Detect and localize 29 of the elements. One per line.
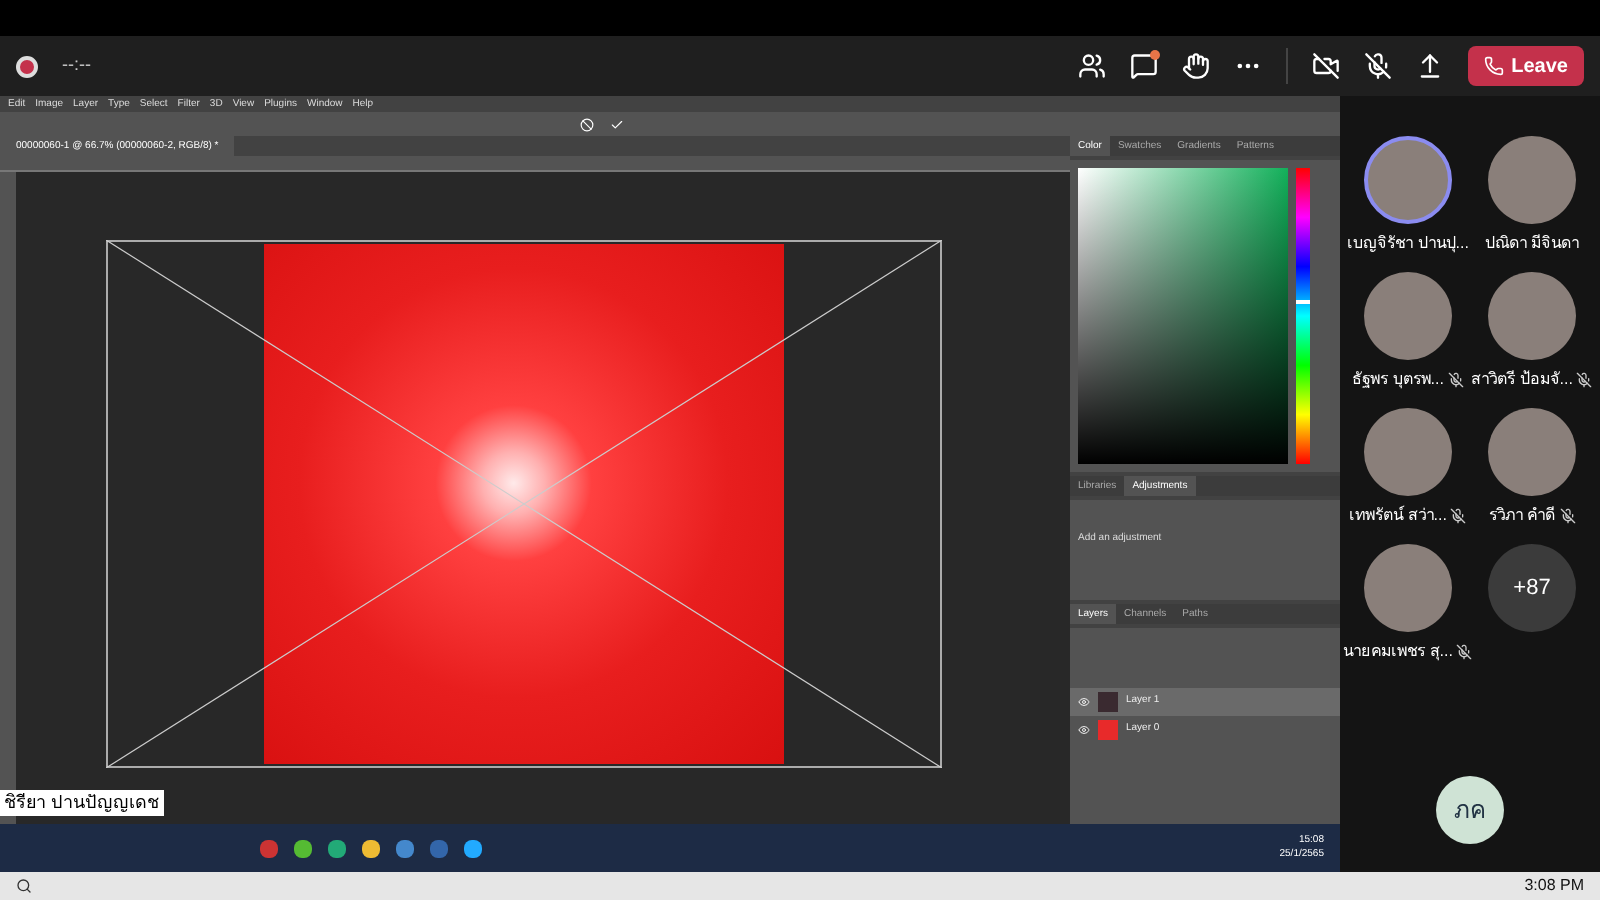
- participant-name: เบญจิรัชา ปานปุ...: [1347, 232, 1469, 256]
- visibility-eye-icon[interactable]: [1078, 696, 1090, 708]
- presenter-name: ชิรียา ปานปัญญเดช: [0, 789, 164, 816]
- participant-name: ปณิดา มีจินดา: [1484, 232, 1580, 256]
- visibility-eye-icon[interactable]: [1078, 724, 1090, 736]
- participant-name: ธัฐพร บุตรพ...: [1352, 368, 1444, 392]
- phone-icon: [1483, 56, 1504, 76]
- leave-button[interactable]: Leave: [1467, 46, 1584, 86]
- share-icon[interactable]: [1415, 52, 1444, 80]
- participant-name: นายคมเพชร สุ...: [1343, 640, 1453, 664]
- cancel-icon[interactable]: [580, 117, 594, 131]
- recording-icon: [16, 55, 38, 77]
- commit-icon[interactable]: [610, 117, 624, 131]
- taskbar-time: 3:08 PM: [1524, 874, 1584, 898]
- participants-icon[interactable]: [1077, 52, 1106, 80]
- chat-button[interactable]: [1129, 52, 1158, 80]
- hue-slider-thumb[interactable]: [1296, 299, 1310, 304]
- reactions-icon[interactable]: [1181, 52, 1210, 80]
- mic-off-icon[interactable]: [1363, 52, 1392, 80]
- color-field[interactable]: [1078, 168, 1288, 464]
- search-icon[interactable]: [16, 878, 32, 894]
- more-participants-badge[interactable]: +87: [1488, 544, 1576, 632]
- meeting-timer: --:--: [62, 52, 91, 79]
- participant-name: สาวิตรี ป้อมจั...: [1471, 368, 1573, 392]
- hue-slider[interactable]: [1296, 168, 1310, 464]
- self-avatar: ภค: [1436, 776, 1504, 844]
- participant-name: รวิภา คำดี: [1488, 504, 1556, 528]
- participant-name: เทพรัตน์ สว่า...: [1349, 504, 1447, 528]
- camera-off-icon[interactable]: [1311, 52, 1340, 80]
